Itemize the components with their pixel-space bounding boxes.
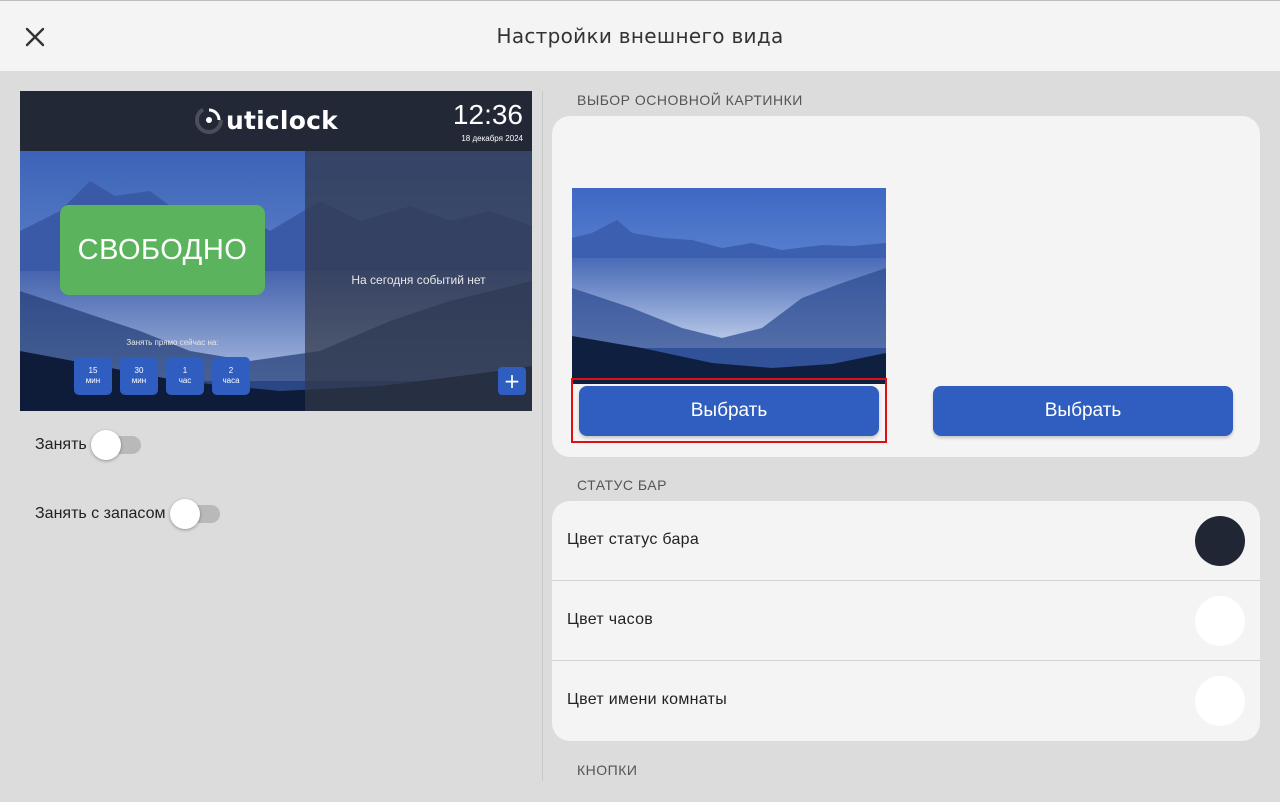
occupy-toggle[interactable]	[90, 430, 143, 460]
slot-value: 1	[182, 366, 188, 375]
background-thumbnail[interactable]	[572, 188, 886, 384]
logo-clock-icon	[195, 106, 223, 134]
preview-book-caption: Занять прямо сейчас на:	[126, 338, 219, 347]
room-name-color-row[interactable]: Цвет имени комнаты	[552, 661, 1260, 741]
occupy-reserve-toggle-row: Занять с запасом	[35, 499, 222, 529]
preview-add-icon: +	[498, 367, 526, 395]
preview-slot-button: 30 мин	[120, 357, 158, 395]
preview-slot-button: 1 час	[166, 357, 204, 395]
occupy-toggle-row: Занять	[35, 430, 143, 460]
preview-clock: 12:36	[452, 99, 523, 130]
preview-slot-button: 15 мин	[74, 357, 112, 395]
top-bar: Настройки внешнего вида	[0, 0, 1280, 71]
logo-text: uticlock	[226, 105, 338, 135]
slot-unit: часа	[222, 376, 240, 385]
preview-slot-buttons: 15 мин 30 мин 1 час 2 часа	[74, 357, 250, 395]
status-bar-color-row[interactable]: Цвет статус бара	[552, 501, 1260, 581]
highlight-box	[571, 378, 887, 443]
mountain-thumbnail-image	[572, 188, 886, 384]
preview-slot-button: 2 часа	[212, 357, 250, 395]
slot-unit: мин	[85, 376, 101, 385]
clock-color-row[interactable]: Цвет часов	[552, 581, 1260, 661]
room-name-color-swatch[interactable]	[1195, 676, 1245, 726]
toggle-knob	[90, 430, 121, 460]
occupy-reserve-toggle-label: Занять с запасом	[35, 505, 166, 522]
preview-no-events-text: На сегодня событий нет	[351, 273, 486, 287]
status-bar-color-label: Цвет статус бара	[567, 531, 700, 548]
occupy-toggle-label: Занять	[35, 436, 87, 453]
select-image-button-2[interactable]: Выбрать	[933, 386, 1233, 436]
clock-color-swatch[interactable]	[1195, 596, 1245, 646]
toggle-knob	[169, 499, 200, 529]
clock-color-label: Цвет часов	[567, 611, 654, 628]
room-name-color-label: Цвет имени комнаты	[567, 691, 728, 708]
page-title: Настройки внешнего вида	[496, 24, 784, 48]
slot-unit: час	[178, 376, 192, 385]
buttons-section-title: КНОПКИ	[577, 762, 638, 778]
slot-value: 2	[228, 366, 234, 375]
status-bar-color-swatch[interactable]	[1195, 516, 1245, 566]
screen-preview: uticlock 12:36 18 декабря 2024 СВОБОДНО …	[20, 91, 532, 411]
column-divider	[542, 91, 543, 781]
slot-value: 15	[88, 366, 98, 375]
preview-status-badge: СВОБОДНО	[60, 205, 265, 295]
preview-status-bar: uticlock 12:36 18 декабря 2024	[20, 91, 532, 151]
uticlock-logo: uticlock	[192, 103, 338, 137]
slot-unit: мин	[131, 376, 147, 385]
preview-date: 18 декабря 2024	[461, 134, 523, 143]
occupy-reserve-toggle[interactable]	[169, 499, 222, 529]
status-bar-section-title: СТАТУС БАР	[577, 477, 667, 493]
slot-value: 30	[134, 366, 144, 375]
background-section-title: ВЫБОР ОСНОВНОЙ КАРТИНКИ	[577, 92, 803, 108]
